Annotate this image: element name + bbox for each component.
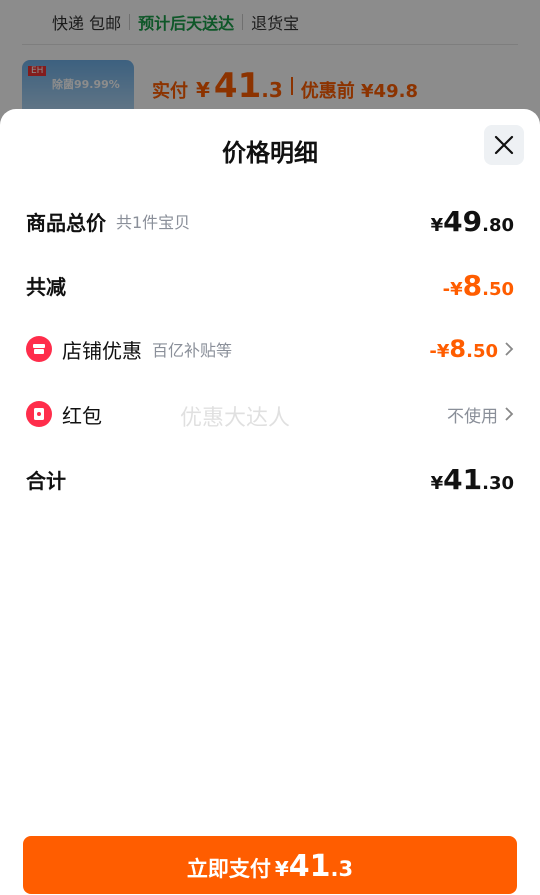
pay-button-label: 立即支付: [186, 857, 271, 881]
watermark: 优惠大达人: [180, 406, 291, 431]
store-discount-sub: 百亿补贴等: [152, 341, 233, 360]
amount-currency: ¥: [430, 214, 444, 236]
total-goods-label: 商品总价: [26, 210, 106, 235]
sum-label: 合计: [26, 468, 66, 493]
amount-int: 49: [443, 204, 483, 238]
amount-prefix: -¥: [442, 278, 463, 300]
row-store-discount[interactable]: 店铺优惠 百亿补贴等 -¥ 8 .50: [26, 329, 514, 369]
price-detail-sheet: 价格明细 商品总价 共1件宝贝 ¥ 49 .80 共减 -¥ 8 .50 店铺优…: [0, 109, 540, 895]
amount-dec: .50: [466, 341, 498, 362]
amount-dec: .30: [482, 472, 514, 494]
amount-prefix: -¥: [429, 341, 450, 362]
red-packet-icon: [26, 401, 52, 427]
sheet-title: 价格明细: [222, 139, 318, 167]
pay-now-button[interactable]: 立即支付 ¥ 41 .3: [23, 836, 517, 894]
reduction-label: 共减: [26, 274, 66, 299]
pay-button-int: 41: [288, 849, 331, 884]
row-reduction: 共减 -¥ 8 .50: [26, 265, 514, 305]
amount-int: 8: [449, 335, 467, 363]
red-packet-value: 不使用: [447, 402, 514, 427]
reduction-amount: -¥ 8 .50: [443, 269, 514, 302]
close-button[interactable]: [484, 125, 524, 165]
store-discount-label: 店铺优惠: [62, 338, 142, 363]
store-icon: [26, 336, 52, 362]
total-goods-amount: ¥ 49 .80: [431, 205, 514, 238]
pay-button-currency: ¥: [274, 857, 289, 881]
store-discount-amount: -¥ 8 .50: [429, 335, 514, 363]
red-packet-status: 不使用: [447, 406, 498, 427]
amount-int: 8: [462, 268, 483, 302]
total-goods-count: 共1件宝贝: [116, 213, 191, 232]
sum-amount: ¥ 41 .30: [431, 463, 514, 496]
row-total-goods: 商品总价 共1件宝贝 ¥ 49 .80: [26, 201, 514, 241]
amount-int: 41: [443, 462, 483, 496]
close-icon: [494, 135, 514, 155]
chevron-right-icon: [505, 407, 514, 421]
pay-button-dec: .3: [330, 857, 354, 881]
amount-dec: .80: [482, 214, 514, 236]
amount-dec: .50: [482, 278, 514, 300]
red-packet-label: 红包: [62, 403, 102, 428]
row-sum: 合计 ¥ 41 .30: [26, 459, 514, 499]
chevron-right-icon: [505, 342, 514, 356]
amount-currency: ¥: [430, 472, 444, 494]
